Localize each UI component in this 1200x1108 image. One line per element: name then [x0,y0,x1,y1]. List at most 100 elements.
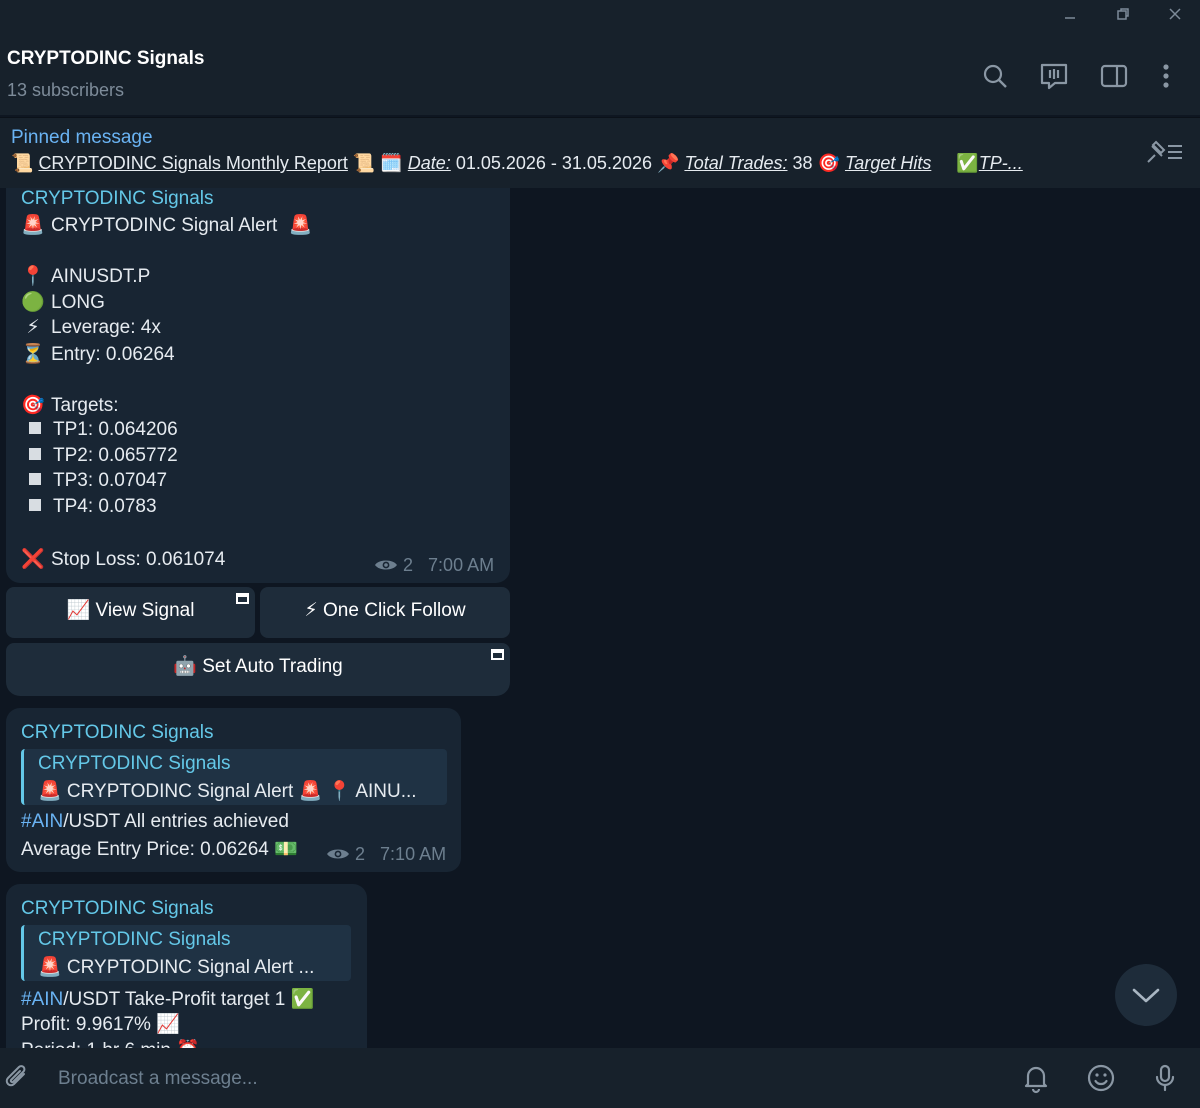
microphone-icon [1155,1064,1175,1092]
target-line: TP3: 0.07047 [21,470,167,492]
pin-emoji: 📍 [21,266,45,287]
target-text: TP3: 0.07047 [53,470,168,491]
chart-emoji: 📈 [66,600,91,621]
attach-button[interactable] [2,1062,34,1094]
channel-title[interactable]: CRYPTODINC Signals [7,48,204,70]
entries-message[interactable]: CRYPTODINC Signals CRYPTODINC Signals 🚨 … [6,708,461,872]
sidebar-toggle-button[interactable] [1098,60,1130,92]
more-options-button[interactable] [1150,60,1182,92]
check-emoji: ✅ [956,153,979,173]
bell-icon [1024,1066,1048,1094]
signal-message[interactable]: CRYPTODINC Signals 🚨 CRYPTODINC Signal Al… [6,188,510,583]
reply-preview[interactable]: CRYPTODINC Signals 🚨 CRYPTODINC Signal A… [21,749,447,805]
date-label: Date: [407,153,451,173]
view-count: 2 [355,844,366,864]
entry-line: ⏳ Entry: 0.06264 [21,342,175,366]
targets-label: Targets: [51,395,119,416]
message-time: 7:10 AM [380,844,447,864]
hourglass-emoji: ⏳ [21,344,45,365]
target-text: TP2: 0.065772 [53,445,178,466]
message-sender[interactable]: CRYPTODINC Signals [21,898,214,920]
minimize-button[interactable] [1055,6,1085,30]
take-profit-message[interactable]: CRYPTODINC Signals CRYPTODINC Signals 🚨 … [6,884,367,1048]
eye-icon [375,560,397,570]
tp-label: TP-... [978,153,1023,173]
close-window-button[interactable] [1160,6,1190,30]
pinned-preview[interactable]: 📜 CRYPTODINC Signals Monthly Report 📜 🗓️… [11,153,1121,174]
cross-mark-emoji: ❌ [21,549,45,570]
date-value: 01.05.2026 - 31.05.2026 [450,153,657,173]
scroll-emoji: 📜 [11,153,34,173]
smiley-icon [1087,1064,1115,1092]
search-icon [983,64,1007,88]
total-trades-value: 38 [787,153,818,173]
minimize-icon [1065,17,1075,19]
message-line: #AIN/USDT Take-Profit target 1 ✅ [21,987,314,1011]
message-time: 7:00 AM [428,555,495,575]
message-line: Period: 1 hr 6 min ⏰ [21,1038,200,1048]
message-sender[interactable]: CRYPTODINC Signals [21,188,214,210]
target-text: TP4: 0.0783 [53,496,157,517]
search-button[interactable] [979,60,1011,92]
message-line: Profit: 9.9617% 📈 [21,1014,180,1035]
stop-loss-text: Stop Loss: 0.061074 [51,549,226,570]
calendar-emoji: 🗓️ [380,153,403,173]
entry-text: Entry: 0.06264 [51,344,175,365]
target-line: TP1: 0.064206 [21,419,178,441]
scroll-to-bottom-button[interactable] [1115,964,1177,1026]
chat-header[interactable]: CRYPTODINC Signals 13 subscribers [0,36,1200,116]
message-sender[interactable]: CRYPTODINC Signals [21,722,214,744]
message-meta: 2 7:10 AM [326,844,446,865]
square-bullet [29,473,41,485]
view-signal-button[interactable]: 📈 View Signal [6,587,255,638]
target-line: TP2: 0.065772 [21,445,178,467]
open-link-icon [491,649,504,660]
open-link-icon [236,593,249,604]
follow-label: One Click Follow [323,600,466,621]
close-icon [1169,8,1181,20]
target-emoji: 🎯 [817,153,840,173]
leverage-text: Leverage: 4x [51,317,161,338]
pinned-report-title: CRYPTODINC Signals Monthly Report [38,153,348,173]
pinned-list-button[interactable] [1144,138,1184,166]
hashtag-link[interactable]: #AIN [21,989,63,1010]
green-circle-emoji: 🟢 [21,292,45,313]
total-trades-label: Total Trades: [684,153,788,173]
stop-loss-line: ❌ Stop Loss: 0.061074 [21,547,225,571]
reply-sender: CRYPTODINC Signals [38,753,231,774]
auto-trading-label: Set Auto Trading [202,656,343,677]
targets-header: 🎯 Targets: [21,393,119,417]
target-emoji: 🎯 [21,395,45,416]
one-click-follow-button[interactable]: ⚡ One Click Follow [260,587,510,638]
target-hits-label: Target Hits [844,153,932,173]
siren-emoji: 🚨 [21,215,45,236]
side-line: 🟢 LONG [21,290,105,314]
pin-emoji: 📌 [657,153,680,173]
sidebar-icon [1100,64,1128,88]
more-vertical-icon [1163,64,1169,88]
pinned-list-icon [1147,140,1182,163]
reply-preview[interactable]: CRYPTODINC Signals 🚨 CRYPTODINC Signal A… [21,925,351,981]
voice-record-button[interactable] [1149,1062,1181,1094]
emoji-button[interactable] [1085,1062,1117,1094]
notifications-button[interactable] [1020,1062,1052,1094]
message-line: Average Entry Price: 0.06264 💵 [21,839,298,860]
alert-line: 🚨 CRYPTODINC Signal Alert 🚨 [21,213,319,237]
robot-emoji: 🤖 [173,656,197,677]
set-auto-trading-button[interactable]: 🤖 Set Auto Trading [6,643,510,696]
message-composer: Broadcast a message... [0,1048,1200,1108]
square-bullet [29,422,41,434]
message-text: /USDT All entries achieved [63,811,289,832]
restore-button[interactable] [1108,6,1138,30]
pair-line: 📍 AINUSDT.P [21,264,150,288]
pair-text: AINUSDT.P [51,266,151,287]
reply-sender: CRYPTODINC Signals [38,929,231,950]
message-list[interactable]: CRYPTODINC Signals 🚨 CRYPTODINC Signal Al… [0,188,1200,1048]
live-stream-button[interactable] [1038,60,1070,92]
chevron-down-icon [1132,988,1160,1003]
message-input[interactable]: Broadcast a message... [58,1068,258,1090]
pinned-message-bar[interactable]: Pinned message 📜 CRYPTODINC Signals Mont… [0,117,1200,188]
restore-icon [1117,8,1129,20]
hashtag-link[interactable]: #AIN [21,811,63,832]
message-line: #AIN/USDT All entries achieved [21,811,289,833]
